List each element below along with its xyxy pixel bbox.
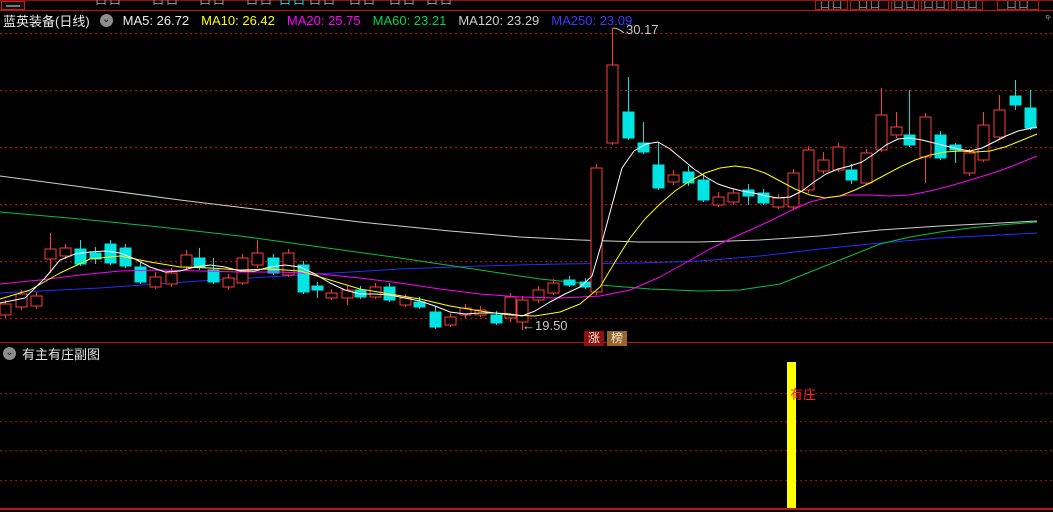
menu-bar: 口口 口口 口口 口口 口口 口口 口口 口口 口口 口口 口口 口口 口口 口口 口口 (0, 0, 1053, 11)
candle (311, 282, 324, 298)
badge-bang: 榜 (607, 331, 627, 346)
candle (875, 88, 888, 152)
candle (606, 28, 619, 145)
candle (547, 279, 560, 295)
menu-item-fragment[interactable]: 口口 (279, 0, 305, 11)
candle (949, 143, 962, 163)
candle (963, 149, 976, 176)
candle (532, 286, 545, 303)
toolbar-button[interactable]: 口口 (815, 0, 848, 10)
candle (919, 113, 932, 183)
candle (563, 276, 576, 287)
toolbar-button[interactable]: 口口 (951, 0, 983, 10)
candle (429, 306, 442, 329)
candle (993, 95, 1006, 140)
menu-item-fragment[interactable]: 口口 (349, 0, 379, 11)
candles-layer (0, 28, 1037, 330)
candle (251, 240, 264, 268)
ma-legend-item: MA120: 23.29 (458, 12, 540, 28)
chevron-down-icon[interactable]: ⌄ (3, 347, 16, 360)
candle (504, 293, 517, 322)
low-price-value: 19.50 (535, 318, 568, 333)
ma-legend-item: MA20: 25.75 (286, 12, 361, 28)
candle (667, 170, 680, 185)
low-price-label: ←19.50 (522, 318, 568, 333)
candle (297, 261, 310, 294)
menu-item-fragment[interactable]: 口口 (152, 0, 182, 11)
candle (579, 278, 592, 289)
candle (787, 169, 800, 209)
menu-item-fragment[interactable]: 口口 (246, 0, 276, 11)
main-chart-canvas[interactable] (0, 0, 1053, 512)
candle (860, 149, 873, 185)
candle (1009, 80, 1022, 110)
app-window: 口口 口口 口口 口口 口口 口口 口口 口口 口口 口口 口口 口口 口口 口口 口口 蓝英装备(日线) … (0, 0, 1053, 512)
info-bar: 蓝英装备(日线) ⌄ MA5: 26.72 MA10: 26.42 MA20: 25… (3, 12, 1049, 29)
candle (977, 112, 990, 162)
candle (222, 274, 235, 290)
candle (1024, 90, 1037, 130)
candle (712, 192, 725, 207)
signal-label: 有庄 (790, 387, 817, 402)
annotation-arrow-layer (612, 27, 625, 34)
candle (697, 176, 710, 202)
candle (652, 143, 665, 190)
toolbar-button[interactable]: 口口 (850, 0, 889, 10)
candle (149, 272, 162, 289)
ma-legend-item: MA250: 23.09 (551, 12, 633, 28)
menu-item-fragment[interactable]: 口口 (389, 0, 419, 11)
subchart-title: 有主有庄副图 (22, 347, 101, 362)
chevron-down-icon[interactable]: ⌄ (99, 13, 113, 27)
candle (727, 189, 740, 205)
left-arrow-icon: ← (522, 318, 535, 333)
ma-legend-item: MA60: 23.21 (372, 12, 447, 28)
grid-layer (0, 33, 1053, 483)
menu-item-fragment[interactable]: 口口 (309, 0, 339, 11)
ma-legend-item: MA5: 26.72 (122, 12, 190, 28)
toolbar-button[interactable]: 口口 (891, 0, 919, 10)
menu-item-fragment[interactable]: 口口 (95, 0, 125, 11)
candle (757, 189, 770, 205)
candle (459, 304, 472, 318)
candle (30, 292, 43, 309)
candle (383, 283, 396, 302)
candle (742, 184, 755, 205)
candle (772, 194, 785, 209)
candle (890, 112, 903, 138)
candle (817, 152, 830, 174)
candle (444, 313, 457, 327)
menu-item-fragment[interactable]: 口口 (426, 0, 456, 11)
candle (325, 289, 338, 300)
candle (622, 77, 635, 140)
toolbar-button[interactable]: 口口 (921, 0, 949, 10)
badge-zhang: 涨 (584, 331, 604, 346)
app-logo-button[interactable] (1, 1, 25, 10)
menu-item-fragment[interactable]: 口口 (199, 0, 229, 11)
ma-line-ma120 (0, 175, 1038, 243)
ma-legend: MA5: 26.72 MA10: 26.42 MA20: 25.75 MA60: 23… (123, 13, 633, 28)
subchart-header: ⌄ 有主有庄副图 (3, 344, 100, 363)
ma-legend-item: MA10: 26.42 (201, 12, 275, 28)
candle (682, 166, 695, 186)
limit-up-badges: 涨 榜 (584, 331, 627, 346)
candle (637, 122, 650, 154)
stock-title: 蓝英装备(日线) (3, 13, 90, 29)
toolbar-button[interactable]: 口口 (997, 0, 1039, 10)
candle (134, 262, 147, 284)
hamburger-icon (6, 5, 20, 7)
